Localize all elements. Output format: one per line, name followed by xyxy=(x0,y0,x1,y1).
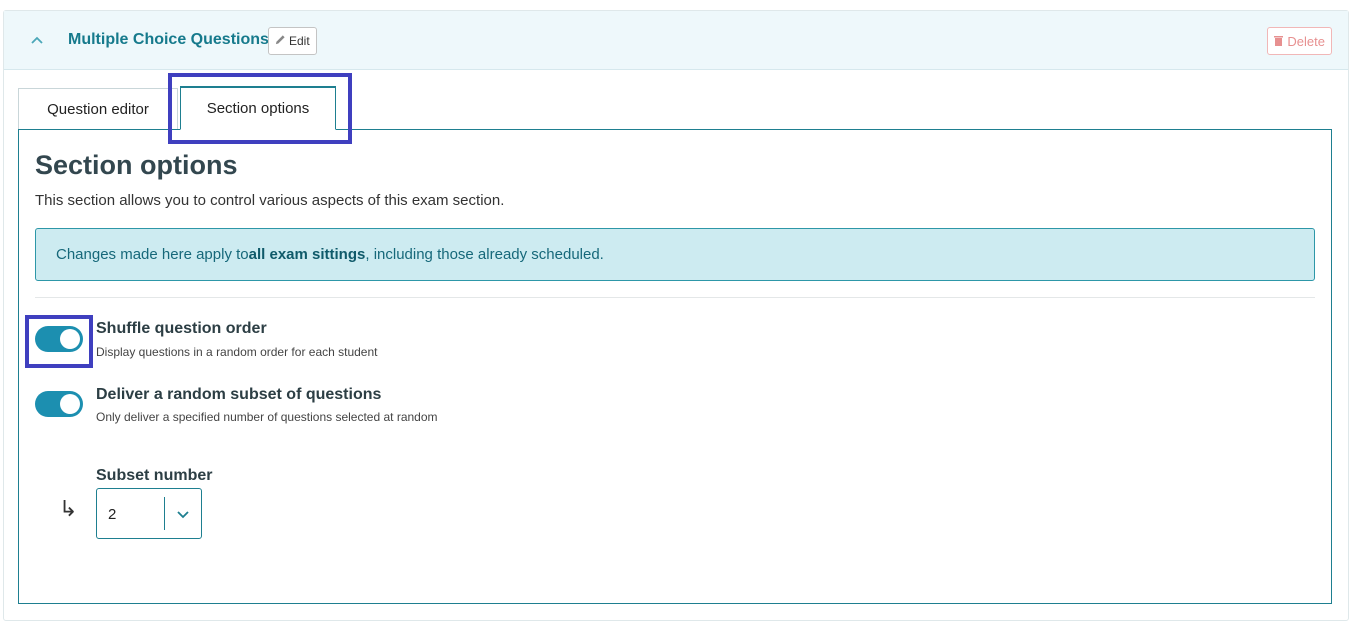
chevron-up-icon[interactable] xyxy=(28,31,46,49)
section-title: Multiple Choice Questions xyxy=(68,31,269,48)
alert-suffix: , including those already scheduled. xyxy=(365,246,604,263)
edit-label: Edit xyxy=(289,34,310,48)
subset-number-select[interactable]: 2 xyxy=(96,488,202,539)
chevron-down-icon xyxy=(175,506,191,522)
random-subset-option-description: Only deliver a specified number of quest… xyxy=(96,410,438,424)
shuffle-toggle[interactable] xyxy=(35,326,83,352)
random-subset-toggle[interactable] xyxy=(35,391,83,417)
tab-section-options[interactable]: Section options xyxy=(180,86,336,130)
select-separator xyxy=(164,497,165,530)
pencil-icon xyxy=(275,34,286,48)
subset-number-label: Subset number xyxy=(96,467,213,484)
trash-icon xyxy=(1274,34,1284,49)
delete-button[interactable]: Delete xyxy=(1267,27,1332,55)
toggle-knob xyxy=(60,329,80,349)
alert-prefix: Changes made here apply to xyxy=(56,246,249,263)
info-alert: Changes made here apply to all exam sitt… xyxy=(35,228,1315,281)
delete-label: Delete xyxy=(1287,33,1325,49)
random-subset-option-title: Deliver a random subset of questions xyxy=(96,386,382,403)
subset-number-value: 2 xyxy=(108,506,117,523)
toggle-knob xyxy=(60,394,80,414)
page-description: This section allows you to control vario… xyxy=(35,192,505,209)
shuffle-option-title: Shuffle question order xyxy=(96,320,267,337)
section-header: Multiple Choice Questions Edit Delete xyxy=(4,11,1348,70)
section-options-content: Section options This section allows you … xyxy=(18,129,1332,604)
subdirectory-arrow-icon: ↳ xyxy=(59,496,78,521)
alert-bold: all exam sittings xyxy=(248,246,366,263)
page-title: Section options xyxy=(35,150,238,180)
divider xyxy=(35,297,1315,298)
shuffle-option-description: Display questions in a random order for … xyxy=(96,345,378,359)
edit-button[interactable]: Edit xyxy=(268,27,317,55)
tab-question-editor[interactable]: Question editor xyxy=(18,88,178,130)
